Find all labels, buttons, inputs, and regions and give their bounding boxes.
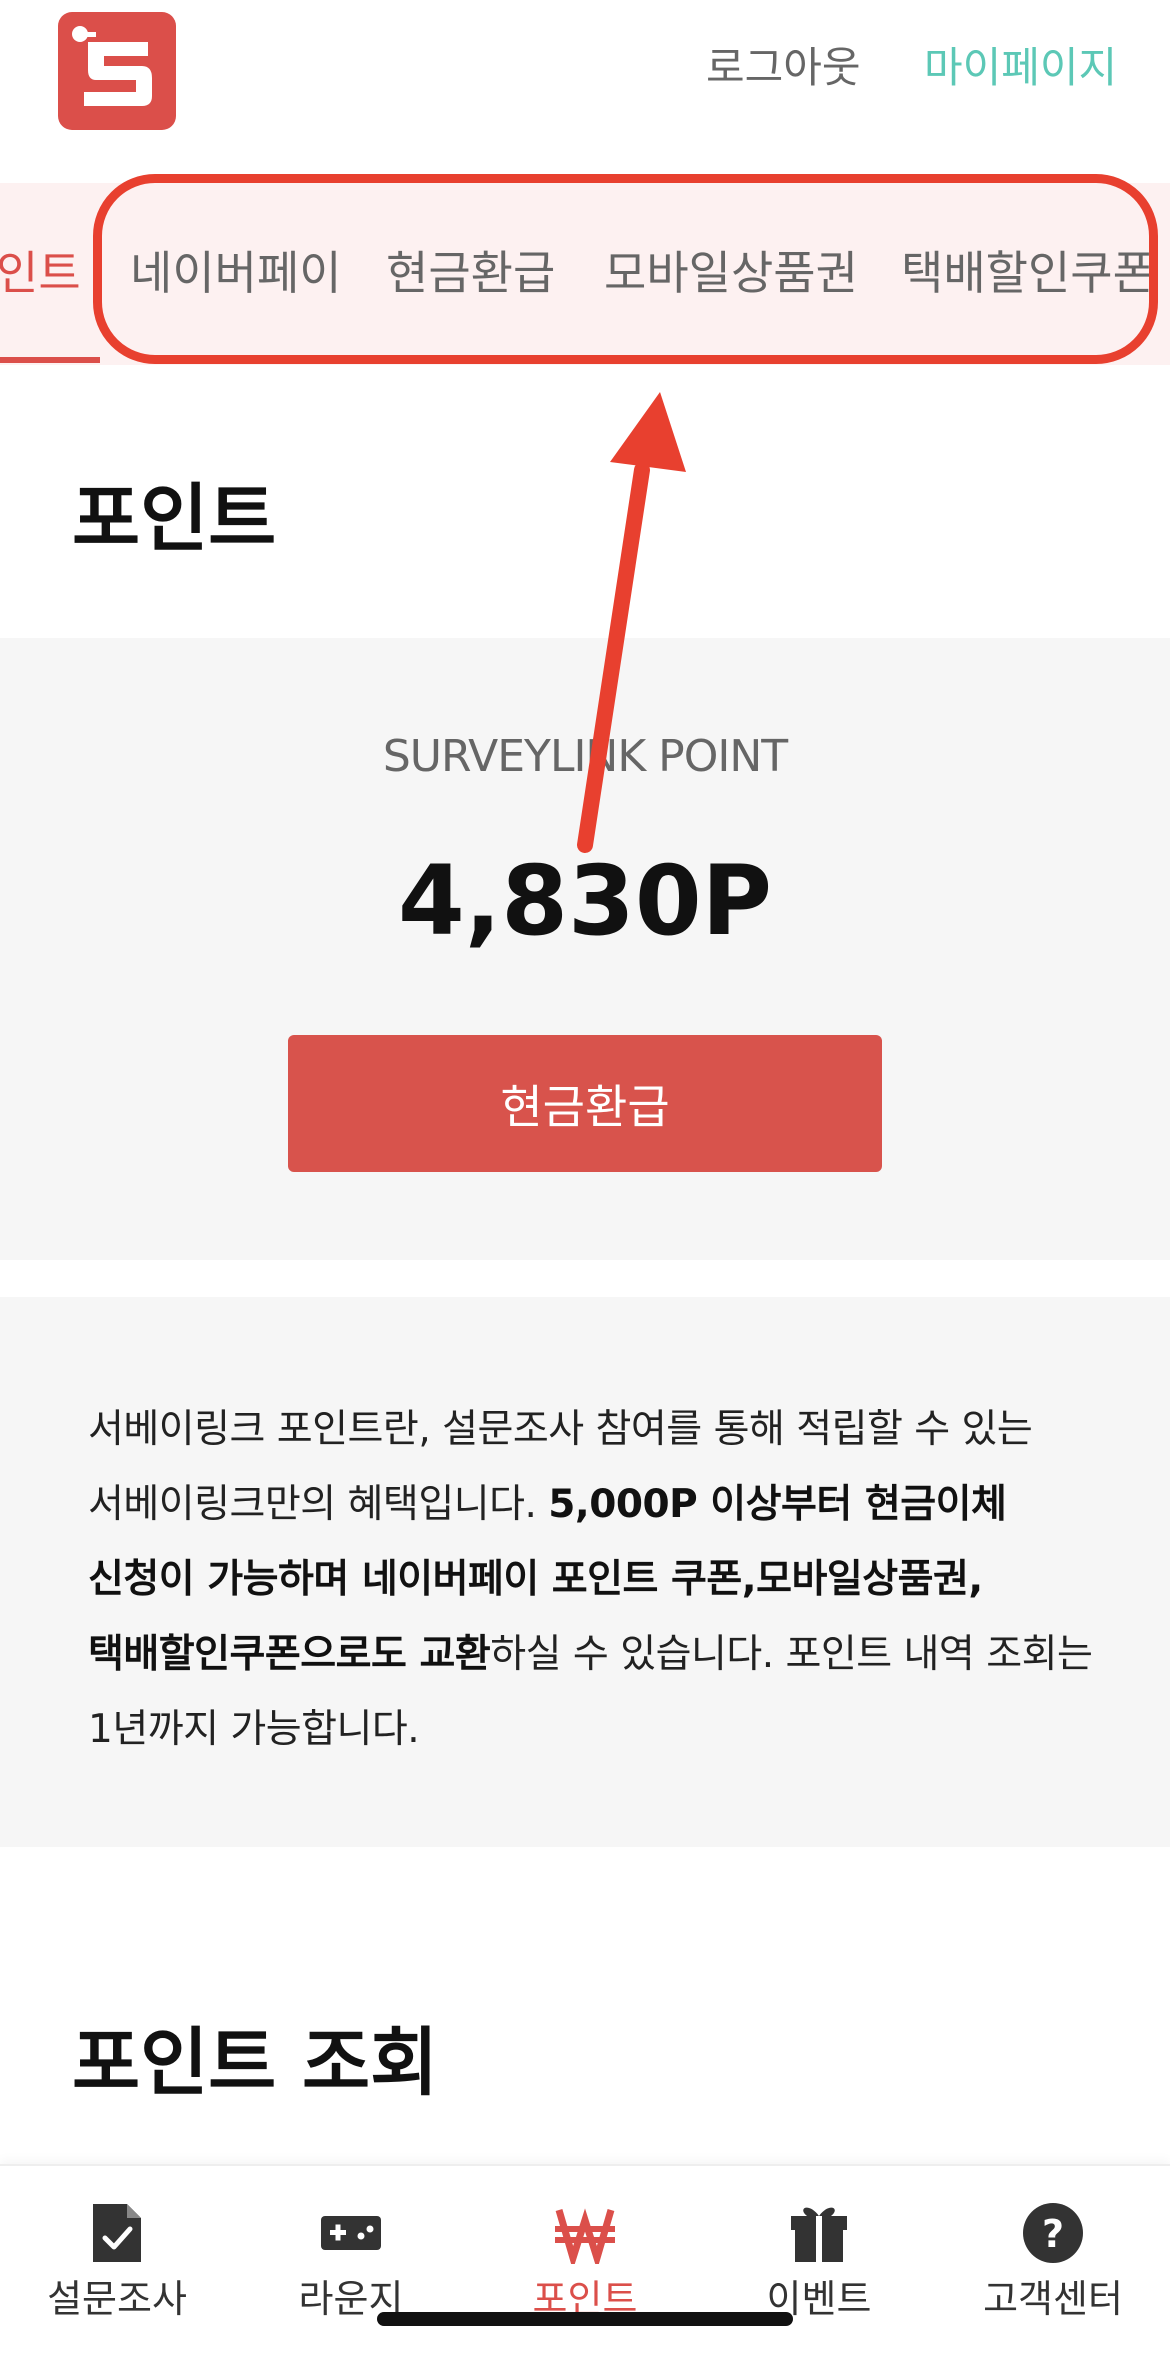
tab-point[interactable]: 인트 <box>0 243 81 303</box>
won-icon <box>555 2208 615 2264</box>
home-indicator <box>377 2312 793 2326</box>
page-title: 포인트 <box>72 476 277 562</box>
point-tab-bar: 인트 네이버페이 현금환급 모바일상품권 택배할인쿠폰 <box>0 183 1170 365</box>
tab-delivery-coupon[interactable]: 택배할인쿠폰 <box>901 243 1155 303</box>
gift-icon <box>791 2207 847 2262</box>
nav-item-survey[interactable]: 설문조사 <box>0 2166 234 2354</box>
cash-refund-button[interactable]: 현금환급 <box>288 1035 882 1172</box>
point-summary-panel: SURVEYLINK POINT 4,830P 현금환급 <box>0 638 1170 1260</box>
tab-cash-refund[interactable]: 현금환급 <box>386 243 555 303</box>
nav-label-customer-center: 고객센터 <box>983 2277 1123 2321</box>
tab-naverpay[interactable]: 네이버페이 <box>130 243 342 303</box>
point-history-title: 포인트 조회 <box>72 2020 439 2106</box>
gamepad-icon <box>321 2216 381 2250</box>
nav-item-customer-center[interactable]: ? 고객센터 <box>936 2166 1170 2354</box>
survey-icon <box>93 2204 141 2262</box>
svg-text:?: ? <box>1042 2212 1064 2256</box>
point-brand-label: SURVEYLINK POINT <box>382 731 788 782</box>
point-balance: 4,830P <box>397 845 772 957</box>
nav-label-survey: 설문조사 <box>47 2277 187 2321</box>
point-info-text: 서베이링크 포인트란, 설문조사 참여를 통해 적립할 수 있는 서베이링크만의… <box>88 1392 1098 1767</box>
surveylink-logo-icon[interactable] <box>58 12 176 130</box>
mypage-link[interactable]: 마이페이지 <box>924 40 1117 96</box>
header: 로그아웃 마이페이지 <box>0 0 1170 183</box>
point-info-box: 서베이링크 포인트란, 설문조사 참여를 통해 적립할 수 있는 서베이링크만의… <box>0 1297 1170 1847</box>
logout-link[interactable]: 로그아웃 <box>706 40 861 96</box>
help-icon: ? <box>1023 2203 1083 2263</box>
tab-mobile-giftcard[interactable]: 모바일상품권 <box>604 243 858 303</box>
active-tab-indicator <box>0 357 100 363</box>
